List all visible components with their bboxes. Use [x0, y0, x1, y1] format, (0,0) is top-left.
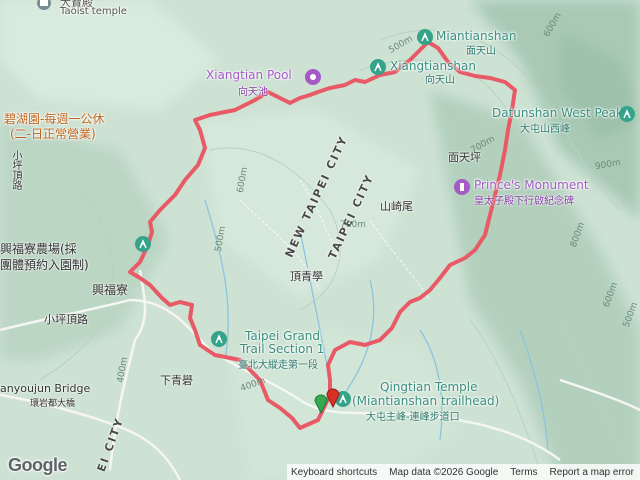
map-data-attribution: Map data ©2026 Google — [389, 466, 499, 478]
datunshan-west-label: Datunshan West Peak — [492, 106, 623, 120]
bridge-label: anyoujun Bridge — [0, 382, 91, 395]
xiangtianshan-zh: 向天山 — [425, 75, 455, 86]
poi-marker-princes-monument[interactable] — [453, 178, 471, 200]
map-footer: Keyboard shortcuts Map data ©2026 Google… — [287, 464, 640, 480]
hiking-icon — [135, 236, 151, 252]
xiangtian-pool-zh: 向天池 — [238, 87, 268, 98]
qingtian-temple-zh: 大屯主峰-連峰步道口 — [366, 412, 460, 423]
hiking-icon — [211, 331, 227, 347]
temple-icon — [37, 0, 51, 10]
xingfuliao-farm-label-2: 團體預約入園制) — [0, 258, 89, 272]
xiangtian-pool-label: Xiangtian Pool — [206, 68, 292, 82]
bihuyuan-label-2: (二-日正常營業) — [10, 127, 96, 141]
qingtian-temple-label-2: (Miantianshan trailhead) — [352, 394, 500, 408]
google-logo: Google — [8, 455, 68, 475]
xiaopingding-road-v: 小坪頂路 — [10, 150, 21, 190]
xingfuliao-label: 興福寮 — [92, 283, 129, 297]
poi-marker-datunshan-west[interactable] — [618, 105, 636, 127]
poi-marker-xiangtianshan[interactable] — [369, 58, 387, 80]
taoist-temple-label: Taoist temple — [60, 6, 127, 17]
taipei-grand-trail-label-2: Trail Section 1 — [240, 342, 325, 356]
hiking-icon — [417, 29, 433, 45]
shanqiwei-label: 山崎尾 — [380, 200, 413, 213]
pool-icon — [305, 69, 321, 85]
poi-marker-xingfuliao[interactable] — [134, 235, 152, 257]
dingqingxue-label: 頂青學 — [290, 270, 323, 283]
princes-monument-zh: 皇太子殿下行啟紀念碑 — [474, 196, 574, 207]
qingtian-temple-label-1: Qingtian Temple — [380, 380, 478, 394]
keyboard-shortcuts-link[interactable]: Keyboard shortcuts — [291, 467, 377, 478]
datunshan-west-zh: 大屯山西峰 — [520, 124, 570, 135]
poi-marker-taoist-temple[interactable] — [36, 0, 52, 18]
taipei-grand-trail-zh: 臺北大縱走第一段 — [238, 360, 318, 371]
monument-icon — [454, 179, 470, 195]
poi-marker-taipei-grand-trail[interactable] — [210, 330, 228, 352]
hiking-icon — [370, 59, 386, 75]
end-pin-icon — [326, 388, 340, 409]
terms-link[interactable]: Terms — [510, 467, 537, 478]
bridge-zh: 環岩都大橋 — [30, 399, 76, 409]
miantianshan-label: Miantianshan — [436, 29, 517, 43]
xiaopingding-road-label: 小坪頂路 — [44, 313, 88, 326]
poi-marker-xiangtian-pool[interactable] — [304, 68, 322, 90]
report-error-link[interactable]: Report a map error — [550, 467, 634, 478]
xingfuliao-farm-label-1: 興福寮農場(採 — [0, 242, 77, 256]
miantianshan-zh: 面天山 — [466, 46, 496, 57]
end-pin[interactable] — [326, 386, 340, 412]
hiking-icon — [619, 106, 635, 122]
elevation-label: 700m — [340, 220, 366, 230]
taipei-grand-trail-label-1: Taipei Grand — [245, 329, 320, 343]
princes-monument-label: Prince's Monument — [474, 178, 589, 192]
poi-marker-miantianshan[interactable] — [416, 28, 434, 50]
xiaqingxue-label: 下青礐 — [160, 374, 193, 387]
